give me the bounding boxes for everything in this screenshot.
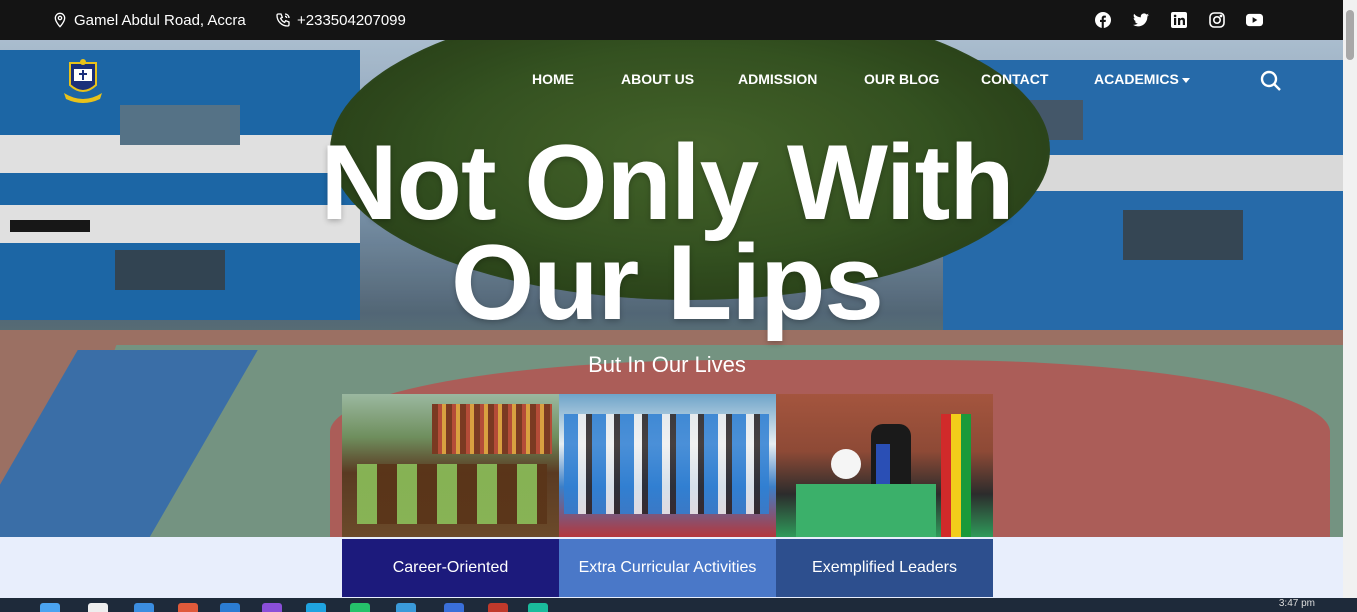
feature-career-oriented[interactable]: Career-Oriented xyxy=(342,539,559,597)
students-photo xyxy=(559,394,776,537)
app-icon[interactable] xyxy=(444,603,464,612)
feature-extra-curricular[interactable]: Extra Curricular Activities xyxy=(559,539,776,597)
nav-contact[interactable]: CONTACT xyxy=(981,71,1048,87)
location-pin-icon xyxy=(54,12,66,28)
app-icon[interactable] xyxy=(528,603,548,612)
instagram-icon[interactable] xyxy=(1208,12,1225,29)
nav-our-blog[interactable]: OUR BLOG xyxy=(864,71,939,87)
app-icon[interactable] xyxy=(262,603,282,612)
phone-text: +233504207099 xyxy=(297,11,406,29)
app-icon[interactable] xyxy=(488,603,508,612)
app-icon[interactable] xyxy=(350,603,370,612)
feature-career-oriented-label: Career-Oriented xyxy=(392,559,509,576)
library-photo xyxy=(342,394,559,537)
chapel-photo xyxy=(776,394,993,537)
app-icon[interactable] xyxy=(220,603,240,612)
os-taskbar: 3:47 pm xyxy=(0,598,1357,612)
nav-academics-label: ACADEMICS xyxy=(1094,71,1179,87)
hero-headline: Not Only With Our Lips xyxy=(300,122,1034,342)
hero-headline-line2: Our Lips xyxy=(451,222,884,342)
nav-admission[interactable]: ADMISSION xyxy=(738,71,817,87)
task-view-icon[interactable] xyxy=(134,603,154,612)
feature-exemplified-leaders-label: Exemplified Leaders xyxy=(812,559,957,576)
nav-home[interactable]: HOME xyxy=(532,71,574,87)
windows-start-icon[interactable] xyxy=(40,603,60,612)
scrollbar-thumb[interactable] xyxy=(1346,10,1354,60)
facebook-icon[interactable] xyxy=(1094,12,1111,29)
hero-subheadline: But In Our Lives xyxy=(588,352,746,377)
feature-exemplified-leaders[interactable]: Exemplified Leaders xyxy=(776,539,993,597)
social-links xyxy=(1094,0,1263,40)
address-info: Gamel Abdul Road, Accra xyxy=(52,0,246,40)
address-text: Gamel Abdul Road, Accra xyxy=(74,11,246,29)
nav-about-us[interactable]: ABOUT US xyxy=(621,71,694,87)
search-taskbar-icon[interactable] xyxy=(88,603,108,612)
twitter-icon[interactable] xyxy=(1132,12,1149,29)
page-scrollbar[interactable] xyxy=(1343,0,1357,598)
taskbar-clock[interactable]: 3:47 pm xyxy=(1279,598,1315,609)
chevron-down-icon xyxy=(1181,77,1190,83)
nav-academics[interactable]: ACADEMICS xyxy=(1094,71,1190,87)
top-info-bar: Gamel Abdul Road, Accra +233504207099 xyxy=(0,0,1343,40)
hero-headline-line1: Not Only With xyxy=(320,122,1014,242)
phone-icon xyxy=(276,13,290,27)
feature-extra-curricular-label: Extra Curricular Activities xyxy=(578,559,757,576)
app-icon[interactable] xyxy=(396,603,416,612)
app-icon[interactable] xyxy=(178,603,198,612)
search-icon[interactable] xyxy=(1260,70,1282,92)
linkedin-icon[interactable] xyxy=(1170,12,1187,29)
main-navigation: HOME ABOUT US ADMISSION OUR BLOG CONTACT… xyxy=(0,71,1343,91)
app-icon[interactable] xyxy=(306,603,326,612)
youtube-icon[interactable] xyxy=(1246,12,1263,29)
phone-info[interactable]: +233504207099 xyxy=(275,0,406,40)
